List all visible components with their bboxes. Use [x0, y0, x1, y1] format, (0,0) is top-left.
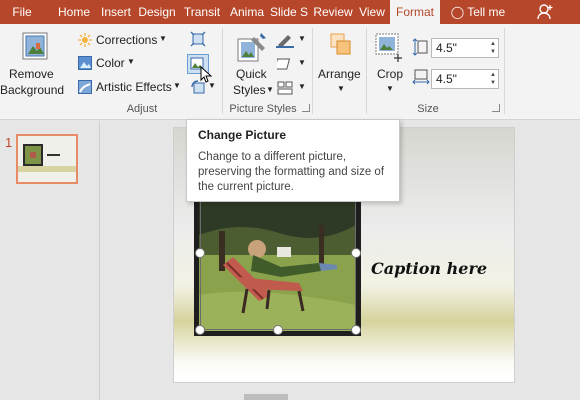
tab-design[interactable]: Design	[138, 0, 176, 24]
shape-height-input[interactable]: 4.5" ▲ ▼	[431, 38, 499, 58]
quick-styles-label-2: Styles	[233, 83, 266, 97]
tab-home[interactable]: Home	[54, 0, 94, 24]
artistic-effects-label: Artistic Effects	[96, 80, 172, 94]
color-icon	[78, 56, 92, 70]
crop-label: Crop	[377, 67, 404, 81]
sun-icon	[78, 33, 92, 47]
reset-picture-icon[interactable]	[190, 79, 206, 95]
picture-effects-icon[interactable]	[277, 57, 293, 71]
slide-thumbnail[interactable]	[16, 134, 78, 184]
chevron-down-icon: ▼	[159, 34, 167, 43]
resize-handle-bottom-left[interactable]	[195, 325, 205, 335]
slide-number: 1	[5, 135, 13, 150]
resize-handle-left[interactable]	[195, 248, 205, 258]
group-divider	[312, 28, 313, 114]
chevron-down-icon: ▼	[298, 82, 306, 91]
dialog-launcher-icon[interactable]	[302, 104, 310, 112]
tab-transitions[interactable]: Transit	[180, 0, 224, 24]
quick-styles-label-1: Quick	[236, 67, 267, 81]
selection-frame	[200, 190, 356, 330]
group-divider	[504, 28, 505, 114]
color-label: Color	[96, 56, 125, 70]
group-divider	[366, 28, 367, 114]
dialog-launcher-icon[interactable]	[492, 104, 500, 112]
group-label-size: Size	[417, 103, 439, 115]
shape-width-value: 4.5"	[436, 72, 457, 86]
tab-slide-show[interactable]: Slide S	[269, 0, 309, 24]
tab-file[interactable]: File	[0, 0, 44, 24]
remove-background-label-2: Background	[0, 83, 65, 97]
resize-handle-bottom[interactable]	[273, 325, 283, 335]
group-label-picture-styles: Picture Styles	[229, 103, 297, 115]
group-label-adjust: Adjust	[126, 103, 158, 115]
tab-format[interactable]: Format	[390, 0, 440, 24]
picture-layout-icon[interactable]	[277, 81, 293, 95]
arrange-label: Arrange	[318, 67, 361, 81]
group-divider	[222, 28, 223, 114]
remove-background-label-1: Remove	[9, 67, 54, 81]
chevron-down-icon: ▼	[127, 57, 135, 66]
resize-handle-bottom-right[interactable]	[351, 325, 361, 335]
chevron-down-icon: ▼	[173, 81, 181, 90]
lightbulb-icon: ◯	[450, 5, 465, 19]
slide-thumbnail-preview	[18, 136, 76, 182]
tell-me-label: Tell me	[467, 5, 506, 19]
shape-width-input[interactable]: 4.5" ▲ ▼	[431, 69, 499, 89]
remove-background-icon[interactable]	[22, 32, 48, 60]
shape-height-icon	[412, 38, 428, 56]
tab-review[interactable]: Review	[312, 0, 354, 24]
spin-arrows-icon[interactable]: ▲ ▼	[490, 71, 496, 87]
chevron-down-icon: ▼	[208, 81, 216, 90]
horizontal-scrollbar-thumb[interactable]	[244, 394, 288, 400]
artistic-effects-icon	[78, 80, 92, 94]
caption-text[interactable]: Caption here	[371, 259, 487, 278]
user-icon[interactable]	[536, 3, 554, 21]
tab-view[interactable]: View	[356, 0, 388, 24]
ribbon: Remove Background Corrections ▼ Color ▼ …	[0, 24, 580, 120]
tab-insert[interactable]: Insert	[98, 0, 134, 24]
chevron-down-icon: ▼	[298, 58, 306, 67]
shape-width-icon	[412, 69, 430, 85]
ribbon-tab-bar: File Home Insert Design Transit Anima Sl…	[0, 0, 580, 24]
arrange-icon[interactable]	[330, 33, 352, 57]
chevron-down-icon: ▼	[337, 84, 345, 93]
quick-styles-icon[interactable]	[237, 32, 267, 64]
tooltip-description: Change to a different picture, preservin…	[198, 151, 385, 193]
corrections-label: Corrections	[96, 33, 158, 47]
tab-animations[interactable]: Anima	[227, 0, 267, 24]
chevron-down-icon: ▼	[298, 34, 306, 43]
crop-icon[interactable]	[374, 32, 404, 62]
shape-height-value: 4.5"	[436, 41, 457, 55]
spin-arrows-icon[interactable]: ▲ ▼	[490, 40, 496, 56]
compress-pictures-icon[interactable]	[190, 31, 206, 47]
resize-handle-right[interactable]	[351, 248, 361, 258]
tooltip-title: Change Picture	[198, 128, 287, 142]
chevron-down-icon: ▼	[386, 84, 394, 93]
picture-border-icon[interactable]	[276, 32, 294, 48]
change-picture-tooltip: Change Picture Change to a different pic…	[186, 119, 400, 202]
chevron-down-icon: ▼	[266, 85, 274, 94]
tab-tell-me[interactable]: ◯ Tell me	[446, 0, 510, 24]
